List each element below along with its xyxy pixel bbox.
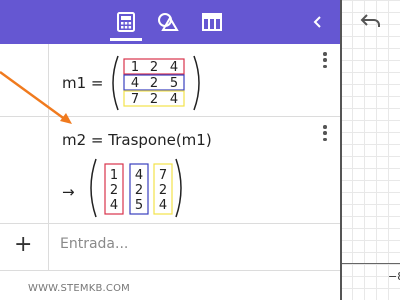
m1-cell: 7 (131, 92, 139, 107)
x-axis (342, 263, 400, 264)
result-arrow: → (62, 183, 75, 201)
m2-definition: m2 = Traspone(m1) (62, 131, 212, 149)
watermark: WWW.STEMKB.COM (28, 283, 130, 294)
input-bar[interactable]: Entrada... (60, 236, 128, 252)
collapse-chevron-icon[interactable] (296, 0, 340, 44)
m2-cell: 4 (110, 198, 118, 213)
m2-cell: 7 (159, 168, 167, 183)
table-icon[interactable] (190, 0, 234, 44)
m2-cell: 2 (159, 183, 167, 198)
x-tick-label: −8 (388, 270, 400, 283)
y-axis (340, 0, 342, 300)
add-item-button[interactable]: + (14, 232, 32, 257)
annotation-arrow (0, 71, 72, 124)
m2-matrix: 124425724 (90, 158, 182, 218)
m2-cell: 2 (110, 183, 118, 198)
m1-cell: 5 (170, 76, 178, 91)
active-tab-indicator (110, 38, 142, 41)
m1-matrix: 1 2 44 2 57 2 4 (112, 55, 200, 111)
m1-cell: 2 (150, 76, 158, 91)
graphics-view[interactable] (340, 0, 400, 300)
algebra-row-m2[interactable]: m2 = Traspone(m1) → 124425724 (0, 117, 340, 224)
m2-cell: 2 (135, 183, 143, 198)
undo-icon[interactable] (356, 6, 386, 36)
m1-cell: 4 (131, 76, 139, 91)
m2-cell: 5 (135, 198, 143, 213)
row2-menu-icon[interactable] (322, 125, 328, 141)
m2-cell: 4 (159, 198, 167, 213)
m1-cell: 2 (150, 60, 158, 75)
toolbar (0, 0, 340, 44)
m1-cell: 1 (131, 60, 139, 75)
m2-cell: 1 (110, 168, 118, 183)
row1-menu-icon[interactable] (322, 52, 328, 68)
input-row[interactable]: + Entrada... (0, 224, 340, 271)
m1-cell: 2 (150, 92, 158, 107)
m1-cell: 4 (170, 60, 178, 75)
m1-cell: 4 (170, 92, 178, 107)
shapes-icon[interactable] (146, 0, 190, 44)
m2-cell: 4 (135, 168, 143, 183)
